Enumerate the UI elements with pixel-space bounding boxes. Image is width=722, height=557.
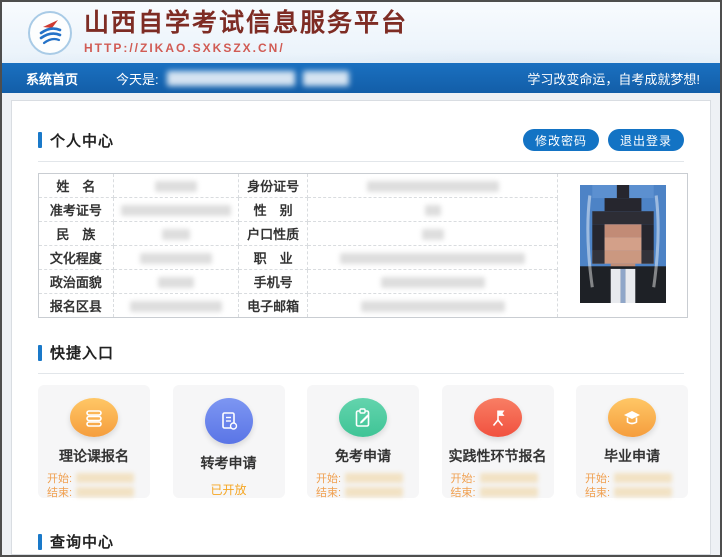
section-bar-icon <box>38 132 42 148</box>
date-redacted <box>76 487 134 497</box>
field-value-redacted <box>308 294 558 318</box>
date-redacted <box>480 473 538 483</box>
query-center-title: 查询中心 <box>50 531 114 552</box>
section-bar-icon <box>38 345 42 361</box>
nav-home-link[interactable]: 系统首页 <box>26 69 78 88</box>
field-label-political-status: 政治面貌 <box>39 270 114 294</box>
logout-button[interactable]: 退出登录 <box>608 129 684 151</box>
field-value-redacted <box>113 174 238 198</box>
quick-entry-title: 快捷入口 <box>50 342 114 363</box>
field-label-name: 姓 名 <box>39 174 114 198</box>
end-label: 结束: <box>316 484 341 500</box>
field-value-redacted <box>113 270 238 294</box>
card-label: 实践性环节报名 <box>449 446 547 466</box>
card-dates: 开始: 结束: <box>576 470 688 498</box>
nav-slogan: 学习改变命运，自考成就梦想! <box>527 69 700 88</box>
nav-date-redacted <box>167 71 349 86</box>
card-status-open: 已开放 <box>210 481 246 498</box>
section-divider <box>38 161 684 162</box>
card-label: 毕业申请 <box>604 446 660 466</box>
site-url: HTTP://ZIKAO.SXKSZX.CN/ <box>84 41 408 55</box>
field-value-redacted <box>113 294 238 318</box>
field-value-redacted <box>308 174 558 198</box>
card-dates: 开始: 结束: <box>38 470 150 498</box>
end-label: 结束: <box>47 484 72 500</box>
field-label-education: 文化程度 <box>39 246 114 270</box>
content-area: 个人中心 修改密码 退出登录 姓 名 身份证号 <box>2 93 720 555</box>
date-redacted <box>76 473 134 483</box>
card-graduation-application[interactable]: 毕业申请 开始: 结束: <box>576 385 688 498</box>
document-search-icon <box>205 398 253 444</box>
change-password-button[interactable]: 修改密码 <box>523 129 599 151</box>
flag-icon <box>474 398 522 437</box>
app-window: 山西自学考试信息服务平台 HTTP://ZIKAO.SXKSZX.CN/ 系统首… <box>0 0 722 557</box>
section-divider <box>38 373 684 374</box>
site-banner: 山西自学考试信息服务平台 HTTP://ZIKAO.SXKSZX.CN/ <box>2 2 720 63</box>
field-value-redacted <box>308 270 558 294</box>
date-redacted <box>614 487 672 497</box>
logo-icon <box>31 14 69 52</box>
field-label-ethnicity: 民 族 <box>39 222 114 246</box>
field-label-id-number: 身份证号 <box>238 174 308 198</box>
card-dates: 开始: 结束: <box>307 470 419 498</box>
field-value-redacted <box>308 246 558 270</box>
nav-today: 今天是: <box>116 69 349 88</box>
personal-center-title: 个人中心 <box>50 130 114 151</box>
field-label-district: 报名区县 <box>39 294 114 318</box>
table-row: 姓 名 身份证号 <box>39 174 688 198</box>
date-redacted <box>345 473 403 483</box>
field-label-occupation: 职 业 <box>238 246 308 270</box>
card-practical-session-registration[interactable]: 实践性环节报名 开始: 结束: <box>442 385 554 498</box>
end-label: 结束: <box>585 484 610 500</box>
quick-entry-header: 快捷入口 <box>38 342 684 363</box>
card-exemption-application[interactable]: 免考申请 开始: 结束: <box>307 385 419 498</box>
date-redacted <box>614 473 672 483</box>
field-value-redacted <box>308 222 558 246</box>
field-value-redacted <box>113 222 238 246</box>
query-center-header: 查询中心 <box>38 531 684 552</box>
card-label: 理论课报名 <box>59 446 129 466</box>
end-label: 结束: <box>451 484 476 500</box>
field-value-redacted <box>113 198 238 222</box>
field-value-redacted <box>113 246 238 270</box>
card-theory-course-registration[interactable]: 理论课报名 开始: 结束: <box>38 385 150 498</box>
field-label-ticket-number: 准考证号 <box>39 198 114 222</box>
card-label: 转考申请 <box>201 453 257 473</box>
card-transfer-application[interactable]: 转考申请 已开放 <box>173 385 285 498</box>
clipboard-pen-icon <box>339 398 387 437</box>
main-panel: 个人中心 修改密码 退出登录 姓 名 身份证号 <box>11 100 711 555</box>
profile-table: 姓 名 身份证号 <box>38 173 688 318</box>
section-bar-icon <box>38 534 42 550</box>
site-title: 山西自学考试信息服务平台 <box>84 10 408 38</box>
quick-entry-cards: 理论课报名 开始: 结束: 转考申 <box>38 385 688 498</box>
field-label-email: 电子邮箱 <box>238 294 308 318</box>
field-label-gender: 性 别 <box>238 198 308 222</box>
nav-today-label: 今天是: <box>116 69 159 88</box>
id-photo-cell <box>558 174 688 318</box>
top-navbar: 系统首页 今天是: 学习改变命运，自考成就梦想! <box>2 63 720 93</box>
date-redacted <box>345 487 403 497</box>
site-logo[interactable] <box>28 11 72 55</box>
field-value-redacted <box>308 198 558 222</box>
date-redacted <box>480 487 538 497</box>
card-label: 免考申请 <box>335 446 391 466</box>
brand-block: 山西自学考试信息服务平台 HTTP://ZIKAO.SXKSZX.CN/ <box>84 10 408 55</box>
field-label-phone: 手机号 <box>238 270 308 294</box>
field-label-household-type: 户口性质 <box>238 222 308 246</box>
stack-icon <box>70 398 118 437</box>
id-photo <box>580 185 666 303</box>
card-dates: 开始: 结束: <box>442 470 554 498</box>
graduation-cap-icon <box>608 398 656 437</box>
personal-center-header: 个人中心 修改密码 退出登录 <box>38 129 684 151</box>
